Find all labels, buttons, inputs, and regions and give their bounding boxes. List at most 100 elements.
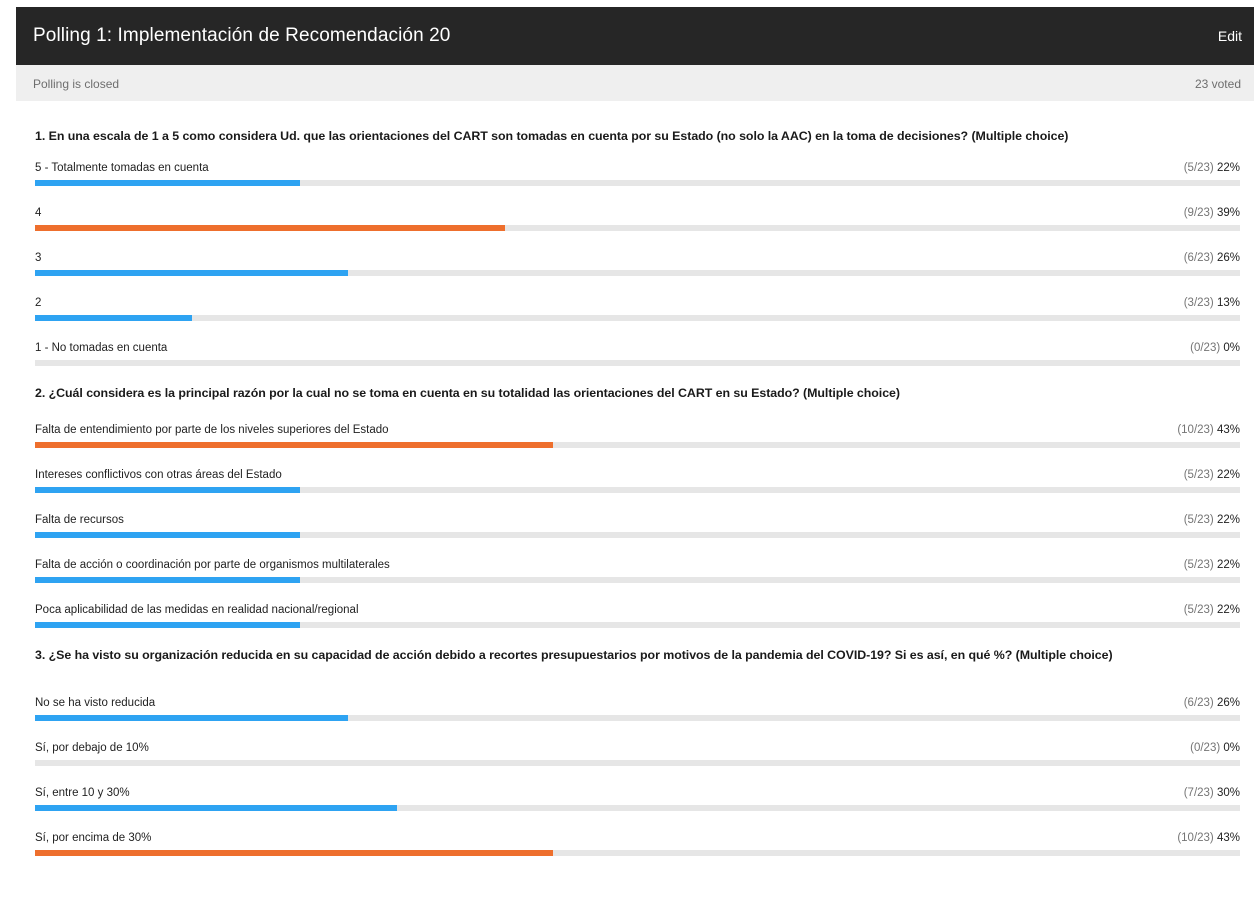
option-result: (7/23) 30% (1184, 786, 1240, 800)
option-label: 1 - No tomadas en cuenta (35, 342, 168, 354)
option-percent: 39% (1216, 207, 1240, 219)
option-percent: 0% (1223, 342, 1240, 354)
option-label: Intereses conflictivos con otras áreas d… (35, 469, 282, 481)
option-label: Sí, por encima de 30% (35, 832, 152, 844)
option-label: Sí, entre 10 y 30% (35, 787, 130, 799)
option-bar-fill (35, 180, 301, 186)
option-bar-track (35, 760, 1240, 766)
option-row: Falta de acción o coordinación por parte… (35, 548, 1240, 593)
question-block: 2. ¿Cuál considera es la principal razón… (35, 376, 1240, 638)
option-row: Poca aplicabilidad de las medidas en rea… (35, 593, 1240, 638)
option-row: Sí, por debajo de 10% (0/23) 0% (35, 731, 1240, 776)
option-result: (0/23) 0% (1190, 741, 1240, 755)
edit-button[interactable]: Edit (1218, 27, 1242, 45)
option-result: (3/23) 13% (1184, 296, 1240, 310)
option-percent: 26% (1216, 697, 1240, 709)
option-result: (5/23) 22% (1184, 558, 1240, 572)
option-bar-track (35, 487, 1240, 493)
option-label: Falta de acción o coordinación por parte… (35, 559, 390, 571)
option-bar-fill (35, 315, 192, 321)
poll-state: Polling is closed (33, 77, 120, 91)
option-percent: 22% (1216, 559, 1240, 571)
option-row: 1 - No tomadas en cuenta (0/23) 0% (35, 331, 1240, 376)
option-result: (10/23) 43% (1177, 423, 1240, 437)
option-label: 5 - Totalmente tomadas en cuenta (35, 162, 209, 174)
option-bar-track (35, 715, 1240, 721)
option-count: (6/23) (1183, 697, 1214, 709)
option-bar-track (35, 360, 1240, 366)
option-bar-fill (35, 577, 301, 583)
option-percent: 22% (1216, 514, 1240, 526)
option-percent: 22% (1216, 604, 1240, 616)
option-bar-track (35, 180, 1240, 186)
option-row: 3 (6/23) 26% (35, 241, 1240, 286)
option-bar-fill (35, 805, 397, 811)
option-row: Falta de entendimiento por parte de los … (35, 413, 1240, 458)
option-bar-track (35, 442, 1240, 448)
option-result: (6/23) 26% (1184, 696, 1240, 710)
option-bar-track (35, 577, 1240, 583)
option-bar-fill (35, 487, 301, 493)
option-count: (6/23) (1183, 252, 1214, 264)
option-count: (0/23) (1190, 742, 1221, 754)
option-result: (5/23) 22% (1184, 468, 1240, 482)
option-count: (3/23) (1183, 297, 1214, 309)
option-label: Falta de recursos (35, 514, 124, 526)
option-label: Poca aplicabilidad de las medidas en rea… (35, 604, 359, 616)
voted-count: 23 voted (1194, 77, 1241, 91)
option-count: (10/23) (1177, 424, 1214, 436)
option-percent: 22% (1216, 162, 1240, 174)
poll-header: Polling 1: Implementación de Recomendaci… (16, 7, 1254, 65)
option-result: (0/23) 0% (1190, 341, 1240, 355)
option-count: (5/23) (1183, 469, 1214, 481)
option-label: 3 (35, 252, 42, 264)
option-percent: 13% (1216, 297, 1240, 309)
option-row: No se ha visto reducida (6/23) 26% (35, 686, 1240, 731)
option-bar-fill (35, 225, 505, 231)
option-percent: 43% (1216, 832, 1240, 844)
option-bar-fill (35, 850, 554, 856)
question-text: 1. En una escala de 1 a 5 como considera… (35, 129, 1069, 143)
option-bar-track (35, 805, 1240, 811)
option-label: Falta de entendimiento por parte de los … (35, 424, 389, 436)
option-bar-fill (35, 715, 349, 721)
option-count: (5/23) (1183, 514, 1214, 526)
question-text: 3. ¿Se ha visto su organización reducida… (35, 648, 1113, 662)
option-percent: 22% (1216, 469, 1240, 481)
option-result: (10/23) 43% (1177, 831, 1240, 845)
option-result: (6/23) 26% (1184, 251, 1240, 265)
option-label: 2 (35, 297, 42, 309)
option-count: (9/23) (1183, 207, 1214, 219)
option-row: Sí, por encima de 30% (10/23) 43% (35, 821, 1240, 866)
option-result: (5/23) 22% (1184, 161, 1240, 175)
option-count: (5/23) (1183, 604, 1214, 616)
option-bar-track (35, 315, 1240, 321)
option-result: (9/23) 39% (1184, 206, 1240, 220)
option-percent: 43% (1216, 424, 1240, 436)
poll-status-bar: Polling is closed 23 voted (16, 65, 1254, 101)
option-row: Sí, entre 10 y 30% (7/23) 30% (35, 776, 1240, 821)
option-row: 5 - Totalmente tomadas en cuenta (5/23) … (35, 151, 1240, 196)
option-bar-track (35, 850, 1240, 856)
option-result: (5/23) 22% (1184, 513, 1240, 527)
option-bar-fill (35, 622, 301, 628)
poll-title: Polling 1: Implementación de Recomendaci… (33, 25, 451, 46)
option-count: (5/23) (1183, 559, 1214, 571)
option-bar-track (35, 225, 1240, 231)
option-count: (5/23) (1183, 162, 1214, 174)
question-block: 3. ¿Se ha visto su organización reducida… (35, 638, 1240, 866)
option-label: No se ha visto reducida (35, 697, 156, 709)
question-text: 2. ¿Cuál considera es la principal razón… (35, 386, 900, 400)
poll-results: 1. En una escala de 1 a 5 como considera… (35, 101, 1240, 866)
option-row: Intereses conflictivos con otras áreas d… (35, 458, 1240, 503)
option-row: Falta de recursos (5/23) 22% (35, 503, 1240, 548)
option-count: (10/23) (1177, 832, 1214, 844)
option-bar-fill (35, 270, 349, 276)
option-label: Sí, por debajo de 10% (35, 742, 149, 754)
option-bar-fill (35, 532, 301, 538)
question-block: 1. En una escala de 1 a 5 como considera… (35, 101, 1240, 376)
option-percent: 26% (1216, 252, 1240, 264)
option-bar-track (35, 622, 1240, 628)
option-percent: 0% (1223, 742, 1240, 754)
option-row: 2 (3/23) 13% (35, 286, 1240, 331)
